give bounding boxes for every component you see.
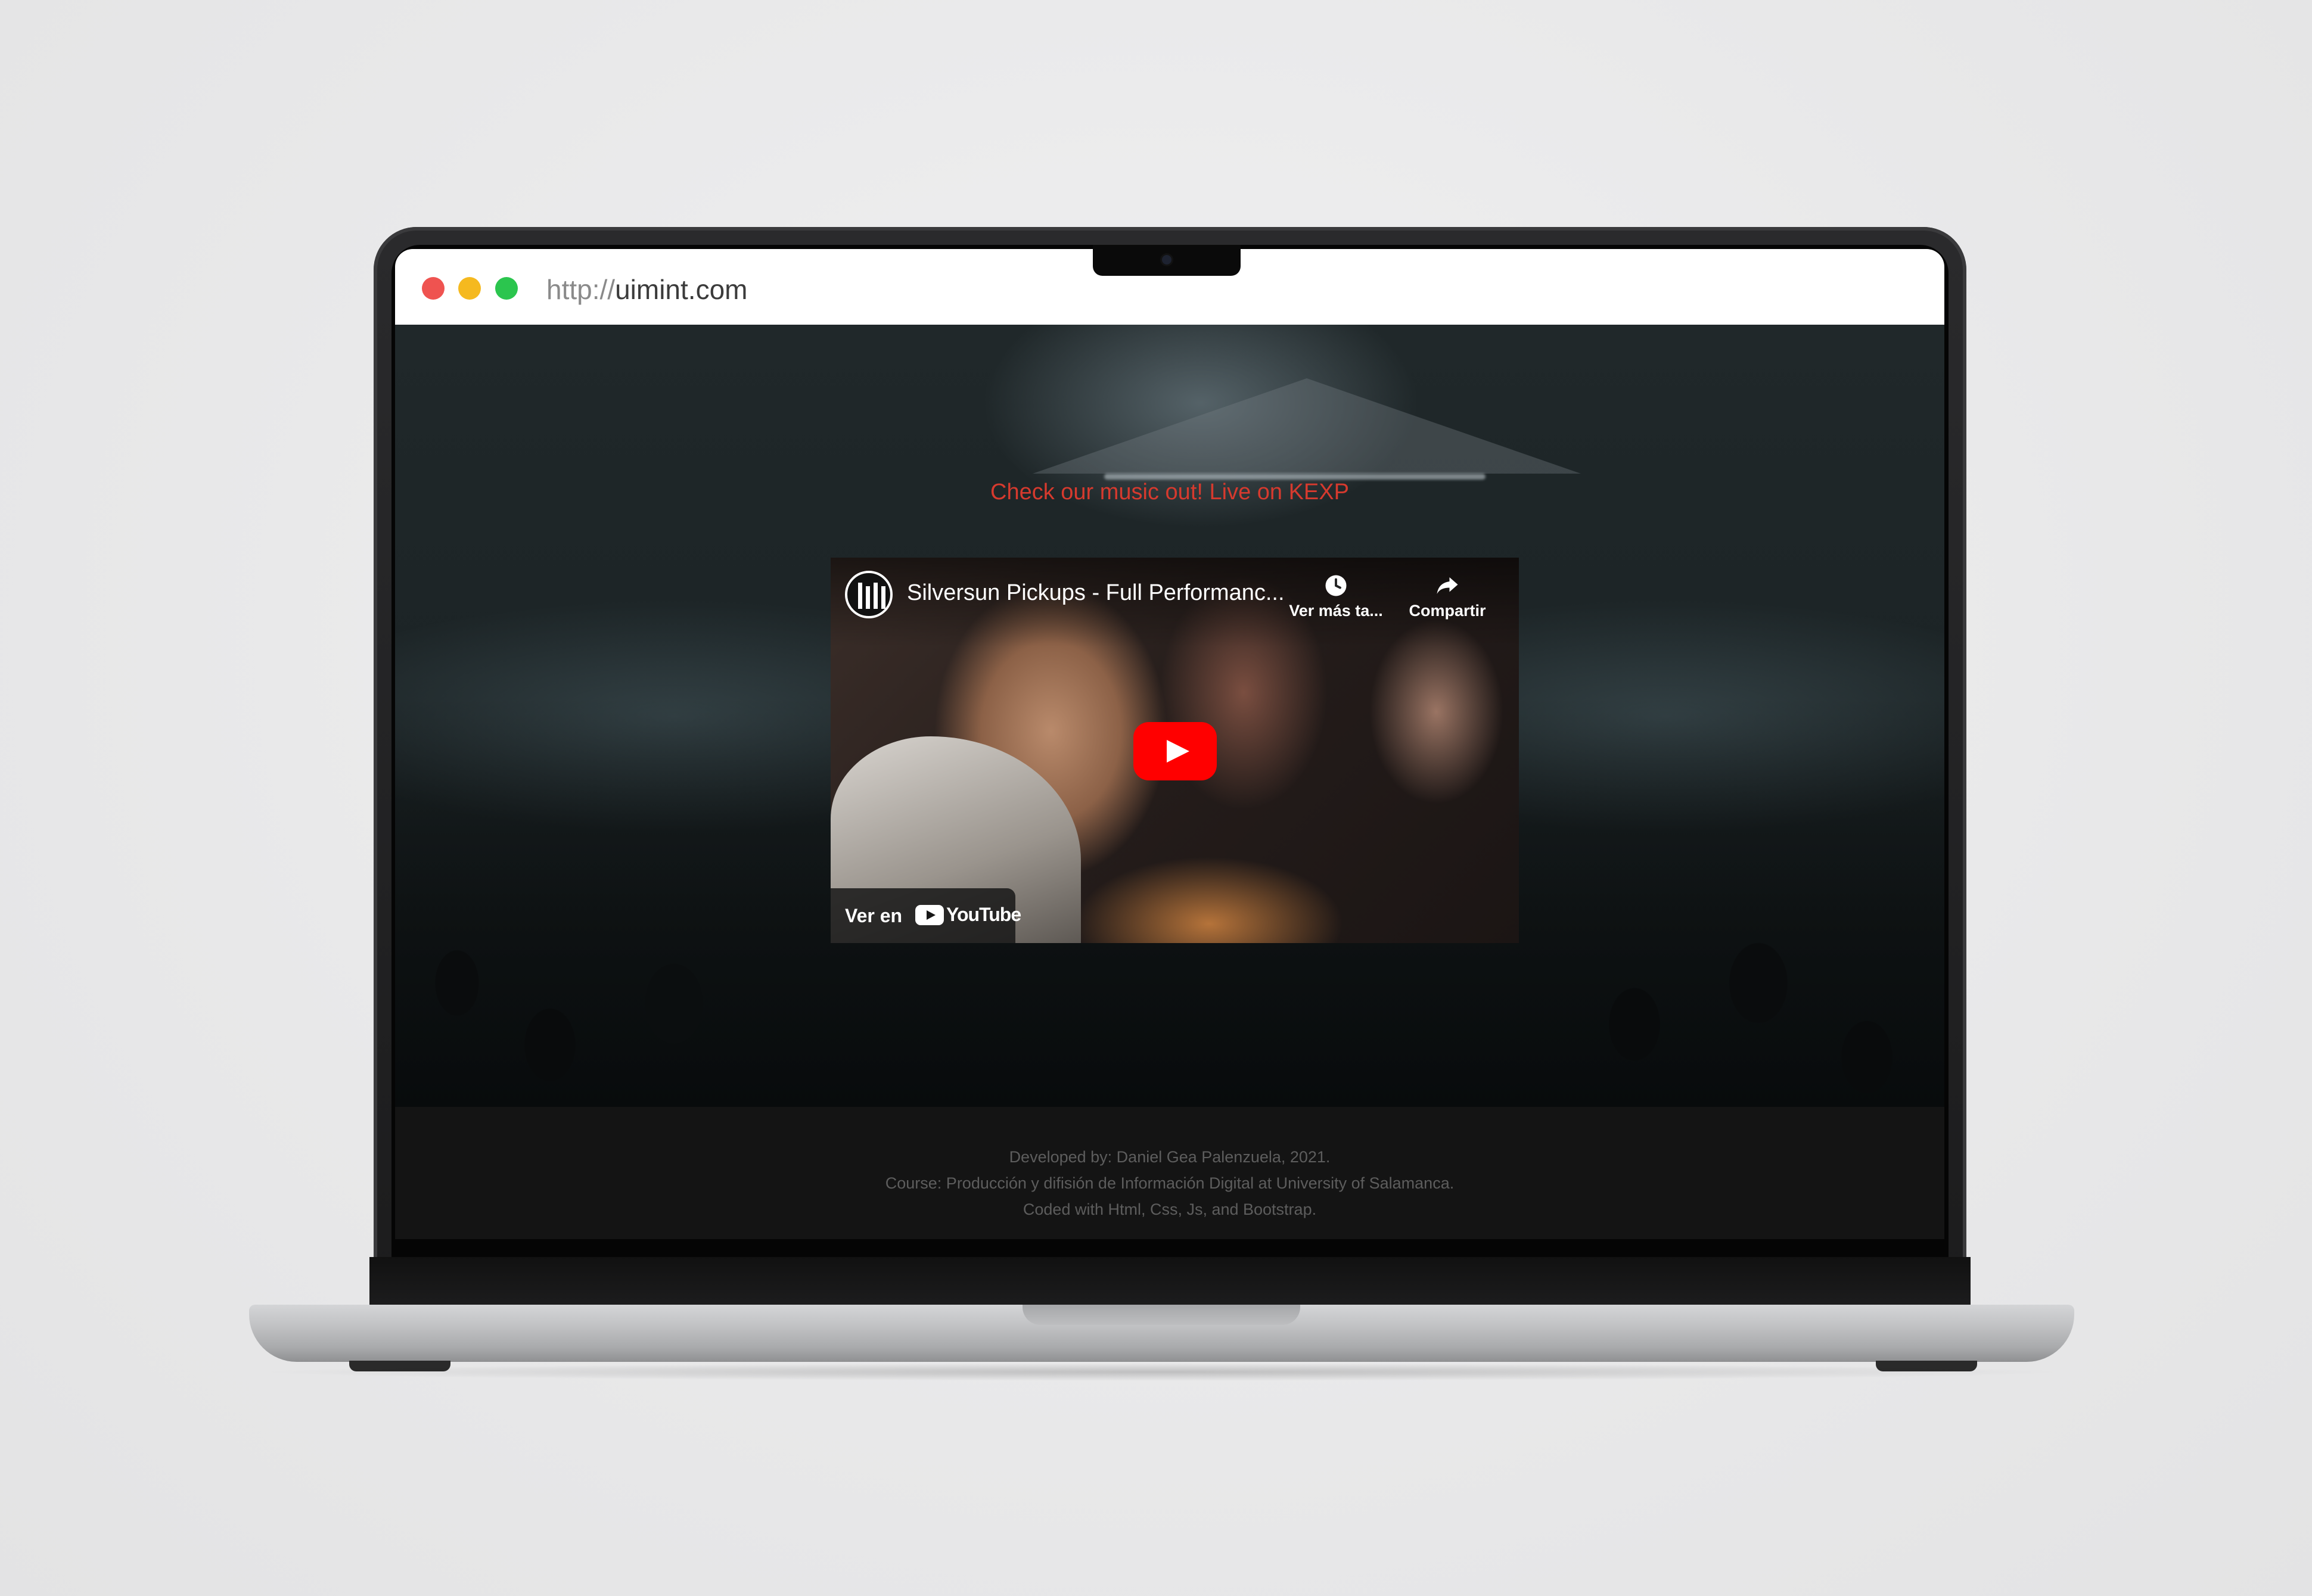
stage-lights-image bbox=[1104, 474, 1486, 480]
url-domain: uimint.com bbox=[615, 274, 748, 305]
browser-screen: http://uimint.com Check our music out! L… bbox=[395, 249, 1944, 1239]
kexp-logo-icon[interactable] bbox=[845, 571, 893, 618]
watch-later-label: Ver más ta... bbox=[1289, 602, 1383, 620]
share-icon bbox=[1437, 577, 1458, 594]
watch-later-button[interactable]: Ver más ta... bbox=[1288, 573, 1384, 620]
hero-heading: Check our music out! Live on KEXP bbox=[990, 480, 1349, 505]
laptop-opening-notch bbox=[1023, 1305, 1300, 1325]
url-protocol: http:// bbox=[546, 274, 616, 305]
stage-truss-image bbox=[1033, 378, 1581, 474]
address-bar[interactable]: http://uimint.com bbox=[546, 273, 747, 306]
page-footer: Developed by: Daniel Gea Palenzuela, 202… bbox=[395, 1107, 1944, 1239]
close-window-button[interactable] bbox=[422, 277, 445, 300]
play-button[interactable] bbox=[1133, 722, 1217, 780]
share-label: Compartir bbox=[1409, 602, 1486, 620]
share-button[interactable]: Compartir bbox=[1400, 573, 1495, 620]
maximize-window-button[interactable] bbox=[495, 277, 518, 300]
footer-developer: Developed by: Daniel Gea Palenzuela, 202… bbox=[1009, 1148, 1331, 1166]
footer-tech: Coded with Html, Css, Js, and Bootstrap. bbox=[1023, 1200, 1317, 1218]
video-title-link[interactable]: Silversun Pickups - Full Performanc... bbox=[907, 580, 1285, 606]
camera-icon bbox=[1162, 255, 1171, 265]
watch-on-label: Ver en bbox=[845, 905, 903, 926]
laptop-shadow bbox=[250, 1363, 2074, 1381]
footer-course: Course: Producción y difisión de Informa… bbox=[885, 1174, 1455, 1192]
clock-icon bbox=[1325, 575, 1347, 596]
concert-hero-section: Check our music out! Live on KEXP Silver… bbox=[395, 325, 1944, 1107]
minimize-window-button[interactable] bbox=[458, 277, 481, 300]
youtube-video-embed[interactable]: Silversun Pickups - Full Performanc... V… bbox=[831, 558, 1519, 943]
youtube-wordmark: YouTube bbox=[946, 904, 1021, 925]
play-icon bbox=[915, 905, 944, 925]
watch-on-youtube-button[interactable]: Ver en YouTube bbox=[831, 888, 1021, 943]
laptop-mockup-scene: http://uimint.com Check our music out! L… bbox=[0, 0, 2312, 1596]
laptop-hinge bbox=[369, 1257, 1971, 1305]
